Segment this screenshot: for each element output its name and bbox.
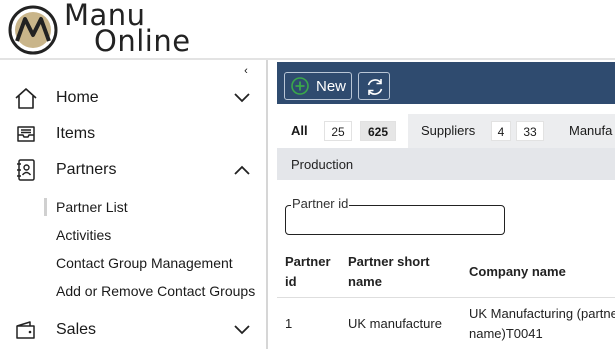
partner-id-filter-label: Partner id [291, 196, 350, 211]
toolbar: New [277, 62, 615, 104]
sidebar-item-sales[interactable]: Sales [0, 312, 266, 348]
app-header: Manu Online [0, 0, 615, 58]
sidebar-item-label: Partners [56, 161, 117, 178]
cell-company-name: UK Manufacturing (partne name)T0041 [469, 304, 615, 344]
cell-partner-id: 1 [285, 316, 293, 331]
cell-line: name)T0041 [469, 326, 543, 341]
sidebar-item-items[interactable]: Items [0, 116, 266, 152]
tab-label: All [291, 123, 308, 138]
partner-tabs-row-2: Production [277, 148, 615, 180]
sidebar-subitem-add-remove-contact-groups[interactable]: Add or Remove Contact Groups [56, 283, 255, 299]
refresh-button[interactable] [358, 72, 390, 100]
contacts-book-icon [17, 159, 35, 181]
table-header: Partner id Partner short name Company na… [277, 246, 615, 298]
logo-wordmark: Manu Online [64, 1, 191, 56]
main-content: New All 25 625 Suppliers 4 33 Manufa Pro… [277, 62, 615, 349]
sidebar-item-home[interactable]: Home [0, 80, 266, 116]
sidebar-divider[interactable] [266, 60, 268, 349]
chevron-up-icon [234, 165, 250, 175]
cell-short-name: UK manufacture [348, 316, 442, 331]
partner-tabs: All 25 625 Suppliers 4 33 Manufa [277, 114, 615, 148]
column-header-short-name[interactable]: Partner short name [348, 252, 430, 292]
tab-suppliers[interactable]: Suppliers 4 33 [408, 114, 556, 148]
column-header-partner-id[interactable]: Partner id [285, 252, 331, 292]
count-badge: 625 [360, 121, 396, 141]
sidebar-item-label: Items [56, 125, 96, 142]
sidebar-subitem-activities[interactable]: Activities [56, 227, 111, 243]
new-button-label: New [316, 78, 347, 95]
column-header-company-name[interactable]: Company name [469, 262, 566, 282]
tab-production[interactable]: Production [291, 157, 353, 172]
sidebar-subitem-partner-list[interactable]: Partner List [56, 199, 128, 215]
tab-label: Suppliers [421, 123, 476, 138]
home-icon [15, 88, 37, 109]
count-badge: 4 [491, 121, 511, 141]
count-badge: 33 [516, 121, 544, 141]
sidebar: ‹ Home Items Partners Partner List Activ… [0, 60, 266, 349]
add-circle-icon [291, 77, 309, 95]
header-line: name [348, 274, 382, 289]
collapse-sidebar-button[interactable]: ‹ [240, 64, 252, 78]
header-line: id [285, 274, 297, 289]
sidebar-item-partners[interactable]: Partners [0, 152, 266, 188]
sidebar-item-label: Home [56, 89, 99, 106]
chevron-down-icon [234, 325, 250, 335]
chevron-down-icon [234, 93, 250, 103]
wallet-icon [16, 321, 35, 339]
cell-line: UK Manufacturing (partne [469, 306, 615, 321]
header-line: Partner [285, 254, 331, 269]
sidebar-subitem-contact-group-management[interactable]: Contact Group Management [56, 255, 233, 271]
tab-manufacturers[interactable]: Manufa [556, 114, 615, 148]
refresh-icon [367, 79, 383, 95]
tab-all[interactable]: All 25 625 [277, 114, 408, 148]
tab-label: Manufa [569, 123, 613, 138]
header-line: Company name [469, 264, 566, 279]
count-badge: 25 [324, 121, 352, 141]
manu-online-logo-icon[interactable] [8, 5, 58, 55]
header-line: Partner short [348, 254, 430, 269]
selected-indicator [44, 198, 47, 216]
sidebar-item-label: Sales [56, 321, 97, 338]
table-row[interactable]: 1 UK manufacture UK Manufacturing (partn… [277, 299, 615, 349]
inbox-tray-icon [17, 126, 35, 142]
new-button[interactable]: New [284, 72, 352, 100]
